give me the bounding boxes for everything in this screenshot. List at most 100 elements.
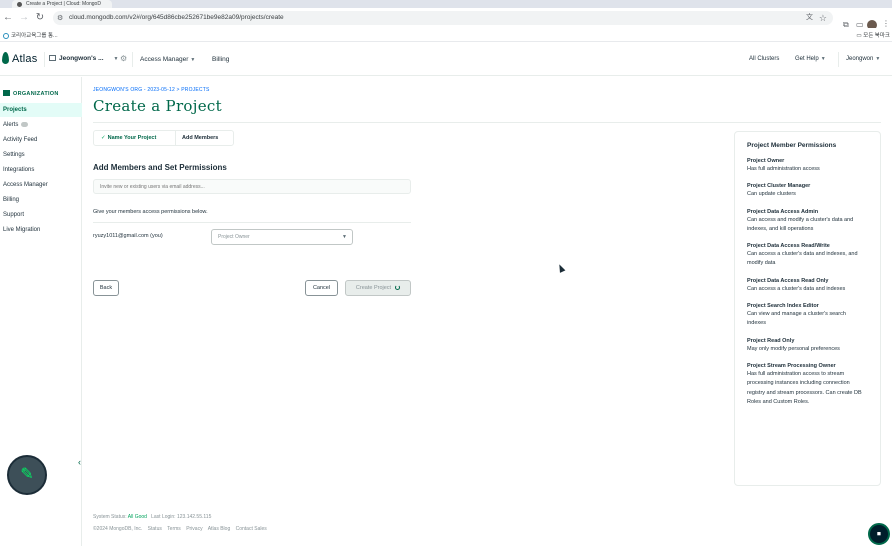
pencil-edit-fab-icon[interactable]: ✎ — [7, 455, 47, 495]
billing-link[interactable]: Billing — [212, 56, 229, 63]
permission-desc: Can access a cluster's data and indexes — [747, 285, 846, 292]
divider — [175, 131, 176, 145]
permission-entry: Project Owner Has full administration acc… — [747, 157, 863, 174]
org-selector[interactable]: Jeongwon's ... ▼ — [49, 55, 118, 62]
wizard-stepper: ✓ Name Your Project Add Members — [93, 130, 234, 146]
alerts-count-badge — [21, 121, 29, 127]
system-status-link[interactable]: All Good — [128, 514, 147, 520]
divider — [132, 52, 133, 67]
permission-desc: Can view and manage a cluster's search i… — [747, 311, 846, 327]
address-bar[interactable]: ⚙ cloud.mongodb.com/v2#/org/645d86cbe252… — [53, 11, 833, 25]
invite-members-input[interactable] — [93, 179, 411, 194]
footer-link-contact-sales[interactable]: Contact Sales — [236, 526, 267, 532]
permission-desc: Can access and modify a cluster's data a… — [747, 216, 854, 232]
permission-entry: Project Data Access Admin Can access and … — [747, 208, 863, 235]
loading-spinner-icon — [395, 285, 401, 290]
footer-link-terms[interactable]: Terms — [167, 526, 181, 532]
org-settings-gear-icon[interactable]: ⚙ — [120, 54, 127, 63]
permission-desc: Can update clusters — [747, 191, 796, 198]
sidebar-item-settings[interactable]: Settings — [0, 148, 82, 162]
footer-link-status[interactable]: Status — [148, 526, 162, 532]
check-icon: ✓ — [101, 135, 106, 141]
all-clusters-button[interactable]: All Clusters — [746, 54, 782, 64]
sidebar-item-projects[interactable]: Projects — [0, 103, 82, 117]
translate-icon[interactable]: 文 — [806, 11, 813, 25]
mongodb-leaf-icon — [2, 52, 9, 64]
chevron-down-icon: ▼ — [820, 56, 826, 62]
chrome-menu-icon[interactable]: ⋮ — [882, 19, 890, 28]
url-text: cloud.mongodb.com/v2#/org/645d86cbe25267… — [69, 14, 284, 21]
cancel-button[interactable]: Cancel — [305, 280, 338, 296]
step-add-members: Add Members — [182, 135, 219, 141]
chevron-down-icon: ▼ — [190, 57, 196, 63]
bookmark-favicon-icon — [3, 32, 9, 39]
sidebar-item-support[interactable]: Support — [0, 208, 82, 222]
divider — [44, 52, 45, 67]
divider — [93, 122, 881, 123]
chevron-down-icon: ▼ — [342, 234, 347, 240]
footer-link-atlas-blog[interactable]: Atlas Blog — [208, 526, 231, 532]
forward-arrow-icon[interactable]: → — [18, 12, 30, 24]
permission-entry: Project Search Index Editor Can view and … — [747, 302, 863, 329]
permission-entry: Project Stream Processing Owner Has full … — [747, 362, 863, 407]
permission-name: Project Stream Processing Owner — [747, 362, 836, 369]
permissions-help-text: Give your members access permissions bel… — [93, 209, 208, 215]
permission-name: Project Data Access Read Only — [747, 277, 829, 284]
last-login: Last Login: 123.142.55.115 — [151, 514, 212, 520]
permission-desc: Has full administration access to stream… — [747, 370, 862, 405]
browser-toolbar: ← → ↻ ⚙ cloud.mongodb.com/v2#/org/645d86… — [0, 8, 892, 30]
collapse-sidebar-icon[interactable]: ‹ — [78, 457, 81, 467]
access-manager-menu[interactable]: Access Manager ▼ — [140, 56, 195, 63]
permission-desc: May only modify personal preferences — [747, 345, 840, 352]
sidebar-item-access-manager[interactable]: Access Manager — [0, 178, 82, 192]
mouse-cursor-icon — [556, 263, 566, 273]
permission-name: Project Search Index Editor — [747, 303, 819, 310]
user-menu[interactable]: Jeongwon ▼ — [846, 56, 880, 62]
chat-assistant-icon[interactable]: ◼ — [868, 523, 890, 545]
site-info-icon[interactable]: ⚙ — [57, 14, 63, 22]
permission-entry: Project Data Access Read/Write Can access… — [747, 242, 863, 269]
sidebar-item-integrations[interactable]: Integrations — [0, 163, 82, 177]
permission-entry: Project Read Only May only modify persona… — [747, 337, 863, 354]
permission-desc: Can access a cluster's data and indexes,… — [747, 251, 858, 267]
copyright: ©2024 MongoDB, Inc. — [93, 526, 143, 532]
panel-title: Project Member Permissions — [747, 142, 837, 149]
sidebar-item-billing[interactable]: Billing — [0, 193, 82, 207]
reload-icon[interactable]: ↻ — [34, 12, 46, 24]
footer-link-privacy[interactable]: Privacy — [186, 526, 202, 532]
section-title: Add Members and Set Permissions — [93, 163, 227, 172]
permission-desc: Has full administration access — [747, 166, 820, 172]
permission-name: Project Cluster Manager — [747, 183, 811, 190]
divider — [93, 222, 411, 223]
footer-links: ©2024 MongoDB, Inc. Status Terms Privacy… — [93, 526, 271, 532]
sidebar-item-live-migration[interactable]: Live Migration — [0, 223, 82, 237]
all-bookmarks[interactable]: ▭ 모든 북마크 — [856, 31, 890, 39]
permission-name: Project Data Access Admin — [747, 208, 819, 215]
bookmarks-bar: 코리아교육그룹 통... ▭ 모든 북마크 — [0, 28, 892, 42]
atlas-top-nav: Atlas Jeongwon's ... ▼ ⚙ Access Manager ▼ … — [0, 43, 892, 76]
bookmark-star-icon[interactable]: ☆ — [819, 11, 827, 25]
chevron-down-icon: ▼ — [113, 56, 119, 62]
sidebar-item-alerts[interactable]: Alerts — [0, 118, 82, 132]
back-button[interactable]: Back — [93, 280, 119, 296]
back-arrow-icon[interactable]: ← — [2, 12, 14, 24]
create-project-button[interactable]: Create Project — [345, 280, 411, 296]
divider — [838, 52, 839, 67]
permission-entry: Project Data Access Read Only Can access … — [747, 277, 863, 294]
browser-tab[interactable]: Create a Project | Cloud: MongoD — [12, 0, 112, 8]
bookmark-item[interactable]: 코리아교육그룹 통... — [3, 31, 58, 39]
atlas-logo[interactable]: Atlas — [2, 52, 37, 65]
chevron-down-icon: ▼ — [875, 56, 881, 62]
member-permissions-panel: Project Member Permissions Project Owner… — [734, 131, 881, 486]
sidebar-heading: ORGANIZATION — [3, 90, 59, 97]
member-role-select[interactable]: Project Owner ▼ — [211, 229, 353, 245]
building-icon — [49, 55, 56, 61]
permission-name: Project Owner — [747, 158, 785, 164]
page-title: Create a Project — [93, 97, 222, 115]
permission-name: Project Read Only — [747, 337, 795, 344]
sidebar-item-activity-feed[interactable]: Activity Feed — [0, 133, 82, 147]
get-help-menu[interactable]: Get Help ▼ — [795, 56, 826, 62]
browser-tabstrip: Create a Project | Cloud: MongoD — [0, 0, 892, 8]
browser-tab-title: Create a Project | Cloud: MongoD — [26, 1, 101, 7]
breadcrumb[interactable]: JEONGWON'S ORG - 2023-05-12 > PROJECTS — [93, 87, 210, 93]
